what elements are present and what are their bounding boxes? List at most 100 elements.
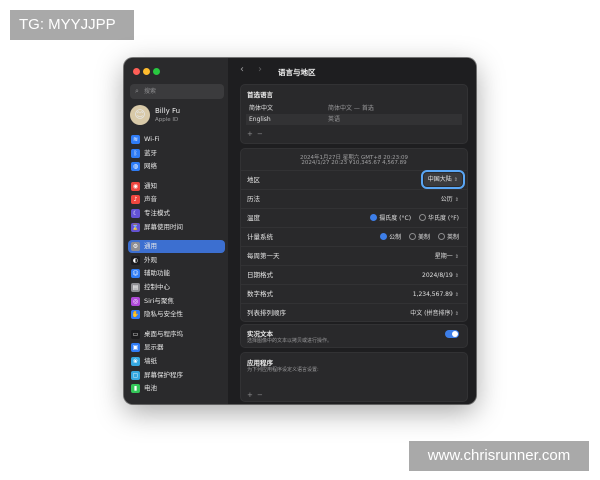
siri-icon: ◎ — [131, 296, 140, 306]
avatar: 😊 — [130, 105, 150, 125]
live-text-toggle[interactable] — [445, 330, 459, 338]
updown-chevron-icon: ⇕ — [454, 197, 459, 203]
calendar-label: 历法 — [247, 195, 260, 203]
sidebar-item-label: 专注模式 — [144, 209, 170, 217]
sidebar-item-label: 控制中心 — [144, 283, 170, 291]
sort-order-select[interactable]: 中文 (拼音排序) ⇕ — [410, 304, 459, 324]
updown-chevron-icon: ⇕ — [453, 177, 458, 183]
sidebar-item[interactable]: ✋ 隐私与安全性 — [128, 308, 225, 321]
live-text-subtitle: 选择图像中的文本以拷贝或进行操作。 — [247, 338, 333, 344]
sidebar-item-label: 通知 — [144, 181, 157, 190]
sort-order-label: 列表排列顺序 — [247, 309, 286, 317]
first-day-select[interactable]: 星期一 ⇕ — [435, 247, 459, 267]
desktop-dock-icon: ▭ — [131, 329, 140, 339]
sidebar-item[interactable]: ⌛ 屏幕使用时间 — [128, 221, 225, 234]
minimize-button[interactable] — [143, 68, 150, 75]
region-select[interactable]: 中国大陆 ⇕ — [420, 170, 466, 189]
settings-window: ⌕ 搜索 😊 Billy Fu Apple ID ≋ Wi-Fi ᛒ 蓝牙 ◍ 网络 ◉ 通知… — [124, 58, 476, 404]
sidebar-item-label: 通用 — [144, 242, 157, 251]
region-row: 地区 中国大陆 ⇕ — [241, 170, 467, 190]
sidebar-item[interactable]: ▭ 桌面与程序坞 — [128, 328, 225, 341]
live-text-section: 实况文本 选择图像中的文本以拷贝或进行操作。 — [240, 324, 468, 348]
sort-order-row: 列表排列顺序 中文 (拼音排序) ⇕ — [241, 303, 467, 323]
sidebar-item[interactable]: ☺ 辅助功能 — [128, 267, 225, 280]
notifications-icon: ◉ — [131, 181, 140, 191]
temperature-row: 温度 摄氏度 (°C) 华氏度 (°F) — [241, 208, 467, 228]
number-format-row: 数字格式 1,234,567.89 ⇕ — [241, 284, 467, 304]
sidebar-item[interactable]: ▣ 显示器 — [128, 341, 225, 354]
language-row-english[interactable]: English 英语 — [246, 114, 462, 125]
sidebar-item[interactable]: ♪ 声音 — [128, 193, 225, 206]
language-row-chinese[interactable]: 简体中文 简体中文 — 首选 — [246, 103, 462, 114]
main-pane: ‹ › 语言与地区 首选语言 简体中文 简体中文 — 首选 English 英语… — [228, 58, 476, 404]
sidebar-item[interactable]: ▢ 屏幕保护程序 — [128, 369, 225, 382]
sidebar-item[interactable]: ◍ 网络 — [128, 160, 225, 173]
radio-fahrenheit[interactable] — [418, 214, 426, 221]
search-input[interactable]: ⌕ 搜索 — [130, 84, 224, 99]
sidebar-item[interactable]: ᛒ 蓝牙 — [128, 147, 225, 160]
bluetooth-icon: ᛒ — [131, 148, 140, 158]
wallpaper-icon: ❀ — [131, 357, 140, 366]
language-name: 简体中文 — [249, 105, 274, 112]
radio-celsius[interactable] — [370, 214, 378, 221]
applications-subtitle: 为下列应用程序设定义语言设置: — [247, 367, 319, 373]
sidebar-item[interactable]: ◉ 通知 — [128, 180, 225, 193]
user-account[interactable]: 😊 Billy Fu Apple ID — [130, 105, 224, 127]
add-language-button[interactable]: + — [247, 130, 253, 138]
applications-section: 应用程序 为下列应用程序设定义语言设置: + − — [240, 352, 468, 402]
updown-chevron-icon: ⇕ — [454, 311, 459, 317]
sidebar-item[interactable]: ▮ 电池 — [128, 382, 225, 395]
close-button[interactable] — [133, 68, 140, 75]
sidebar-item-label: Wi-Fi — [144, 135, 160, 143]
date-format-row: 日期格式 2024/8/19 ⇕ — [241, 265, 467, 285]
first-day-label: 每周第一天 — [247, 252, 280, 260]
region-label: 地区 — [247, 176, 260, 184]
updown-chevron-icon: ⇕ — [454, 273, 459, 279]
radio-metric[interactable] — [380, 233, 388, 240]
remove-language-button[interactable]: − — [257, 130, 263, 138]
general-icon: ⚙ — [131, 242, 140, 252]
sidebar-item-label: 隐私与安全性 — [144, 310, 183, 319]
control-center-icon: ▤ — [131, 283, 140, 292]
calendar-select[interactable]: 公历 ⇕ — [441, 190, 459, 210]
watermark-bottom-right: www.chrisrunner.com — [409, 441, 589, 471]
search-placeholder: 搜索 — [144, 88, 157, 95]
privacy-icon: ✋ — [131, 310, 140, 320]
battery-icon: ▮ — [131, 384, 140, 394]
appearance-icon: ◐ — [131, 255, 140, 265]
temperature-options: 摄氏度 (°C) 华氏度 (°F) — [364, 209, 459, 228]
forward-button[interactable]: › — [258, 64, 262, 75]
sidebar-item[interactable]: ◐ 外观 — [128, 254, 225, 267]
date-format-select[interactable]: 2024/8/19 ⇕ — [422, 266, 459, 286]
date-format-label: 日期格式 — [247, 271, 273, 279]
measurement-options: 公制 美制 英制 — [374, 228, 459, 247]
sidebar-item-label: 墙纸 — [144, 357, 157, 365]
screen-saver-icon: ▢ — [131, 370, 140, 380]
language-desc: 英语 — [328, 116, 341, 123]
number-format-select[interactable]: 1,234,567.89 ⇕ — [413, 285, 459, 305]
region-formats-section: 2024年1月27日 星期六 GMT+8 20:23:09 2024/1/27 … — [240, 148, 468, 322]
preferred-languages-section: 首选语言 简体中文 简体中文 — 首选 English 英语 + − — [240, 84, 468, 144]
sidebar-item-label: 蓝牙 — [144, 148, 157, 157]
back-button[interactable]: ‹ — [240, 64, 244, 75]
format-preview-line2: 2024/1/27 20:23 ¥10,345.67 4,567.89 — [301, 160, 407, 166]
sidebar-item[interactable]: ⚙ 通用 — [128, 240, 225, 254]
sidebar-item[interactable]: ▤ 控制中心 — [128, 281, 225, 294]
sidebar-item-label: 显示器 — [144, 343, 164, 352]
updown-chevron-icon: ⇕ — [454, 292, 459, 298]
wifi-icon: ≋ — [131, 135, 140, 144]
zoom-button[interactable] — [153, 68, 160, 75]
first-day-row: 每周第一天 星期一 ⇕ — [241, 246, 467, 266]
sidebar-item[interactable]: ☾ 专注模式 — [128, 207, 225, 220]
sidebar-item[interactable]: ◎ Siri与聚焦 — [128, 295, 225, 308]
radio-uk[interactable] — [437, 233, 445, 240]
remove-app-button[interactable]: − — [257, 391, 263, 399]
measurement-row: 计量系统 公制 美制 英制 — [241, 227, 467, 247]
sidebar-item[interactable]: ≋ Wi-Fi — [128, 133, 225, 146]
radio-us[interactable] — [409, 233, 417, 240]
search-icon: ⌕ — [135, 87, 139, 95]
measurement-label: 计量系统 — [247, 233, 273, 241]
add-app-button[interactable]: + — [247, 391, 253, 399]
sidebar-item-label: 屏幕使用时间 — [144, 222, 183, 231]
sidebar-item[interactable]: ❀ 墙纸 — [128, 355, 225, 368]
